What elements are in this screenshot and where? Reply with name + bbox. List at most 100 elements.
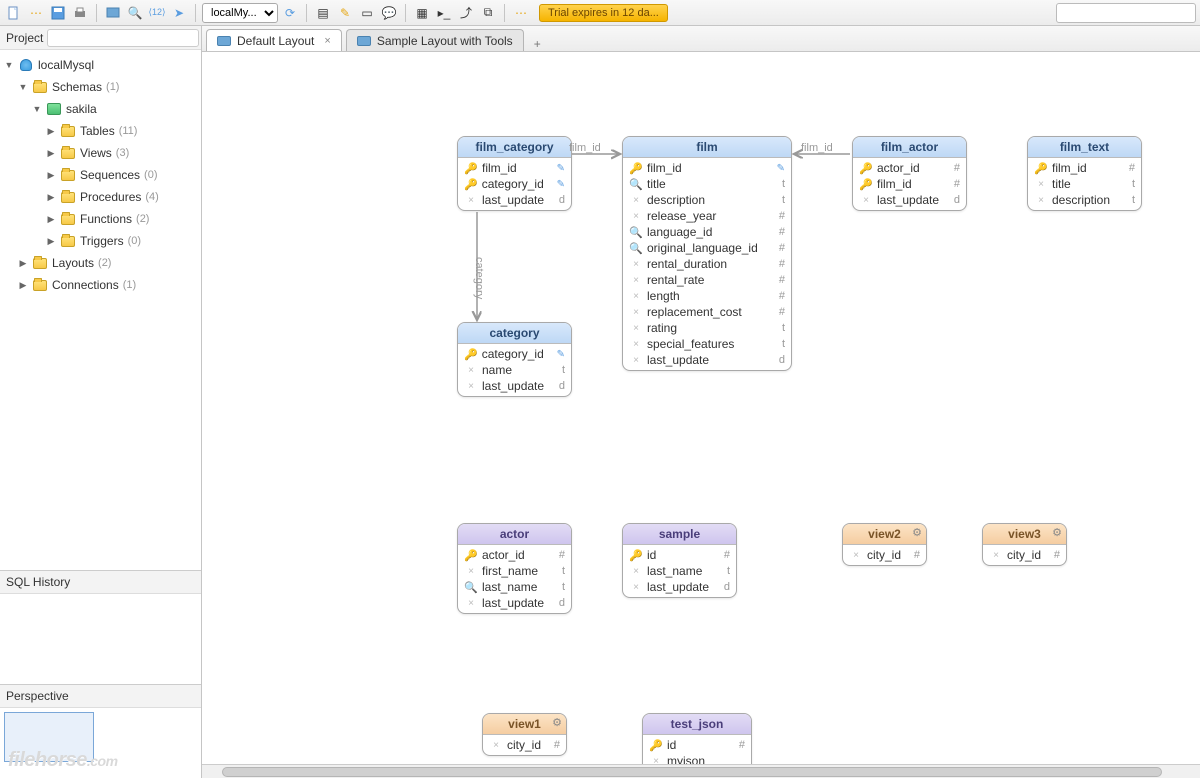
column-row[interactable]: × length # [623,288,791,304]
column-row[interactable]: × last_update d [458,595,571,611]
column-row[interactable]: × name t [458,362,571,378]
tree-connections-node[interactable]: ▶ Connections (1) [0,274,201,296]
entity-header[interactable]: sample [623,524,736,545]
sql-history-body[interactable] [0,594,201,684]
column-row[interactable]: × title t [1028,176,1141,192]
column-row[interactable]: × first_name t [458,563,571,579]
column-row[interactable]: × release_year # [623,208,791,224]
grid-icon[interactable]: ▦ [412,3,432,23]
column-row[interactable]: 🔑 category_id ✎ [458,346,571,362]
entity-film_category[interactable]: film_category 🔑 film_id ✎ 🔑 category_id … [457,136,572,211]
entity-film_text[interactable]: film_text 🔑 film_id # × title t × descri… [1027,136,1142,211]
column-row[interactable]: 🔑 id # [623,547,736,563]
column-row[interactable]: × replacement_cost # [623,304,791,320]
forward-icon[interactable]: ➤ [169,3,189,23]
toolbar-search-input[interactable] [1056,3,1196,23]
column-row[interactable]: × last_update d [623,579,736,595]
entity-header[interactable]: film_text [1028,137,1141,158]
zoom-dropdown-icon[interactable]: ⟨12⟩ [147,3,167,23]
tree-layouts-node[interactable]: ▶ Layouts (2) [0,252,201,274]
column-row[interactable]: × last_update d [623,352,791,368]
refresh-icon[interactable]: ⟳ [280,3,300,23]
column-row[interactable]: × city_id # [983,547,1066,563]
entity-header[interactable]: film_category [458,137,571,158]
entity-view3[interactable]: ⚙ view3 × city_id # [982,523,1067,566]
edit-pencil-icon[interactable]: ✎ [335,3,355,23]
column-row[interactable]: 🔑 actor_id # [853,160,966,176]
entity-test_json[interactable]: test_json 🔑 id # × myjson × lastname t [642,713,752,764]
column-row[interactable]: × description t [1028,192,1141,208]
column-row[interactable]: × city_id # [483,737,566,753]
diagram-canvas[interactable]: film_category 🔑 film_id ✎ 🔑 category_id … [202,52,1200,764]
entity-sample[interactable]: sample 🔑 id # × last_name t × last_updat… [622,523,737,598]
entity-category[interactable]: category 🔑 category_id ✎ × name t × last… [457,322,572,397]
entity-header[interactable]: actor [458,524,571,545]
tree-folder-node[interactable]: ▶ Procedures (4) [0,186,201,208]
scrollbar-thumb[interactable] [222,767,1162,777]
export-icon[interactable]: ⤴ [456,3,476,23]
project-filter-input[interactable] [47,29,199,47]
trial-banner[interactable]: Trial expires in 12 da... [539,4,668,22]
column-row[interactable]: 🔑 film_id # [853,176,966,192]
tree-schema-node[interactable]: ▼ sakila [0,98,201,120]
tree-folder-node[interactable]: ▶ Functions (2) [0,208,201,230]
tree-db-node[interactable]: ▼ localMysql [0,54,201,76]
layout-tab[interactable]: Default Layout × [206,29,342,51]
table-icon[interactable]: ▤ [313,3,333,23]
console-icon[interactable]: ▸_ [434,3,454,23]
tree-folder-node[interactable]: ▶ Tables (11) [0,120,201,142]
column-row[interactable]: × last_name t [623,563,736,579]
new-file-icon[interactable] [4,3,24,23]
column-row[interactable]: 🔑 category_id ✎ [458,176,571,192]
connection-select[interactable]: localMy... [202,3,278,23]
column-row[interactable]: × last_update d [458,378,571,394]
entity-header[interactable]: category [458,323,571,344]
layout-icon[interactable] [103,3,123,23]
column-row[interactable]: × rating t [623,320,791,336]
column-row[interactable]: × rental_rate # [623,272,791,288]
tree-schemas-node[interactable]: ▼ Schemas (1) [0,76,201,98]
column-row[interactable]: × city_id # [843,547,926,563]
column-row[interactable]: 🔍 last_name t [458,579,571,595]
dropdown-icon[interactable]: ⋯ [26,3,46,23]
close-icon[interactable]: × [324,35,330,47]
entity-film[interactable]: film 🔑 film_id ✎ 🔍 title t × description… [622,136,792,371]
column-row[interactable]: 🔑 actor_id # [458,547,571,563]
entity-view2[interactable]: ⚙ view2 × city_id # [842,523,927,566]
column-row[interactable]: 🔑 film_id # [1028,160,1141,176]
column-row[interactable]: × last_update d [853,192,966,208]
column-row[interactable]: × special_features t [623,336,791,352]
entity-header[interactable]: film_actor [853,137,966,158]
comment-icon[interactable]: 💬 [379,3,399,23]
column-row[interactable]: 🔑 id # [643,737,751,753]
perspective-body[interactable] [0,708,201,778]
entity-film_actor[interactable]: film_actor 🔑 actor_id # 🔑 film_id # × la… [852,136,967,211]
entity-actor[interactable]: actor 🔑 actor_id # × first_name t 🔍 last… [457,523,572,614]
add-tab-button[interactable]: + [528,37,547,51]
column-row[interactable]: 🔍 original_language_id # [623,240,791,256]
perspective-thumbnail[interactable] [4,712,94,762]
column-row[interactable]: × myjson [643,753,751,764]
more-icon[interactable]: ⋯ [511,3,531,23]
zoom-icon[interactable]: 🔍 [125,3,145,23]
tree-folder-node[interactable]: ▶ Triggers (0) [0,230,201,252]
column-row[interactable]: × last_update d [458,192,571,208]
column-row[interactable]: × rental_duration # [623,256,791,272]
column-icon: × [853,550,859,561]
column-row[interactable]: × description t [623,192,791,208]
tree-folder-node[interactable]: ▶ Sequences (0) [0,164,201,186]
column-row[interactable]: 🔍 language_id # [623,224,791,240]
entity-view1[interactable]: ⚙ view1 × city_id # [482,713,567,756]
column-row[interactable]: 🔑 film_id ✎ [623,160,791,176]
save-icon[interactable] [48,3,68,23]
layout-tab[interactable]: Sample Layout with Tools [346,29,524,51]
column-row[interactable]: 🔑 film_id ✎ [458,160,571,176]
entity-header[interactable]: film [623,137,791,158]
horizontal-scrollbar[interactable] [202,764,1200,778]
copy-icon[interactable]: ⧉ [478,3,498,23]
tree-folder-node[interactable]: ▶ Views (3) [0,142,201,164]
column-row[interactable]: 🔍 title t [623,176,791,192]
script-icon[interactable]: ▭ [357,3,377,23]
print-icon[interactable] [70,3,90,23]
entity-header[interactable]: test_json [643,714,751,735]
